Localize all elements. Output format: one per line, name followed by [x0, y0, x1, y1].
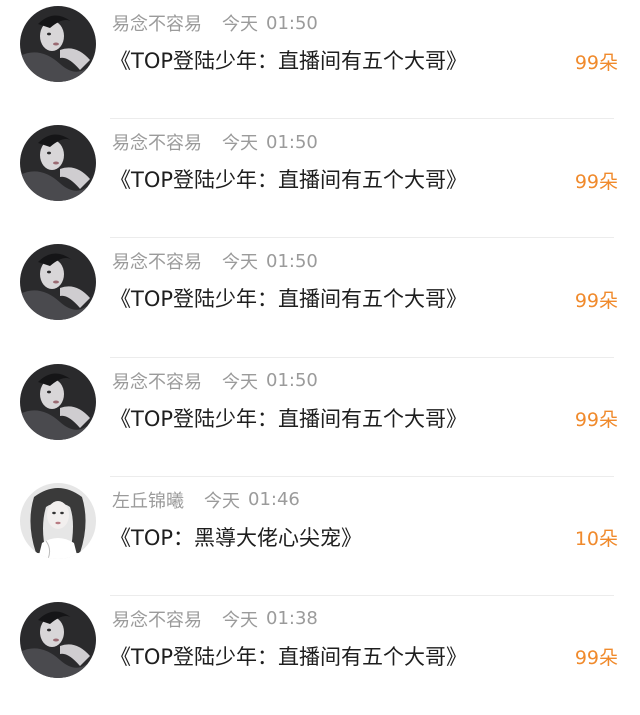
gift-count: 99朵: [574, 289, 618, 312]
list-item[interactable]: 左丘锦曦 今天 01:46 《TOP：黑導大佬心尖宠》 10朵: [0, 477, 640, 596]
meta-line: 易念不容易 今天 01:50: [112, 368, 318, 394]
dark-portrait-avatar-icon: [20, 363, 96, 440]
book-title[interactable]: 《TOP登陆少年：直播间有五个大哥》: [110, 640, 467, 672]
day-label: 今天: [222, 252, 258, 274]
list-item[interactable]: 易念不容易 今天 01:50 《TOP登陆少年：直播间有五个大哥》 99朵: [0, 238, 640, 358]
gift-count: 10朵: [574, 528, 618, 551]
list-item[interactable]: 易念不容易 今天 01:50 《TOP登陆少年：直播间有五个大哥》 99朵: [0, 358, 640, 477]
meta-line: 易念不容易 今天 01:50: [112, 248, 318, 274]
meta-line: 左丘锦曦 今天 01:46: [112, 487, 300, 513]
dark-portrait-avatar-icon: [20, 6, 96, 82]
day-label: 今天: [222, 14, 258, 35]
book-title[interactable]: 《TOP登陆少年：直播间有五个大哥》: [110, 402, 467, 434]
avatar[interactable]: [20, 244, 96, 321]
meta-line: 易念不容易 今天 01:38: [112, 606, 318, 632]
avatar[interactable]: [20, 363, 96, 440]
username[interactable]: 易念不容易: [112, 248, 202, 274]
username[interactable]: 易念不容易: [112, 129, 202, 155]
dark-portrait-avatar-icon: [20, 601, 96, 678]
timestamp: 01:50: [266, 250, 318, 272]
avatar[interactable]: [20, 125, 96, 202]
day-label: 今天: [222, 609, 258, 631]
book-title[interactable]: 《TOP：黑導大佬心尖宠》: [110, 521, 362, 553]
timestamp: 01:50: [266, 370, 318, 392]
meta-line: 易念不容易 今天 01:50: [112, 10, 318, 36]
timestamp: 01:38: [266, 608, 318, 630]
dark-portrait-avatar-icon: [20, 244, 96, 321]
username[interactable]: 左丘锦曦: [112, 487, 184, 513]
username[interactable]: 易念不容易: [112, 10, 202, 36]
gift-count: 99朵: [574, 409, 618, 432]
book-title[interactable]: 《TOP登陆少年：直播间有五个大哥》: [110, 282, 467, 314]
username[interactable]: 易念不容易: [112, 368, 202, 394]
gift-count: 99朵: [574, 51, 618, 74]
dark-portrait-avatar-icon: [20, 125, 96, 202]
book-title[interactable]: 《TOP登陆少年：直播间有五个大哥》: [110, 163, 467, 195]
timestamp: 01:50: [266, 131, 318, 153]
list-item[interactable]: 易念不容易 今天 01:38 《TOP登陆少年：直播间有五个大哥》 99朵: [0, 596, 640, 715]
avatar[interactable]: [20, 6, 96, 82]
username[interactable]: 易念不容易: [112, 606, 202, 632]
day-label: 今天: [222, 133, 258, 155]
gift-count: 99朵: [574, 647, 618, 670]
list-item[interactable]: 易念不容易 今天 01:50 《TOP登陆少年：直播间有五个大哥》 99朵: [0, 0, 640, 120]
avatar[interactable]: [20, 601, 96, 678]
gift-count: 99朵: [574, 170, 618, 193]
meta-line: 易念不容易 今天 01:50: [112, 129, 318, 155]
timestamp: 01:50: [266, 12, 318, 34]
timestamp: 01:46: [248, 489, 300, 511]
list-item[interactable]: 易念不容易 今天 01:50 《TOP登陆少年：直播间有五个大哥》 99朵: [0, 119, 640, 239]
book-title[interactable]: 《TOP登陆少年：直播间有五个大哥》: [110, 44, 467, 76]
day-label: 今天: [204, 490, 240, 512]
avatar[interactable]: [20, 482, 96, 559]
day-label: 今天: [222, 371, 258, 393]
gift-feed-list: 易念不容易 今天 01:50 《TOP登陆少年：直播间有五个大哥》 99朵 易念…: [0, 0, 640, 678]
light-portrait-avatar-icon: [20, 482, 96, 559]
